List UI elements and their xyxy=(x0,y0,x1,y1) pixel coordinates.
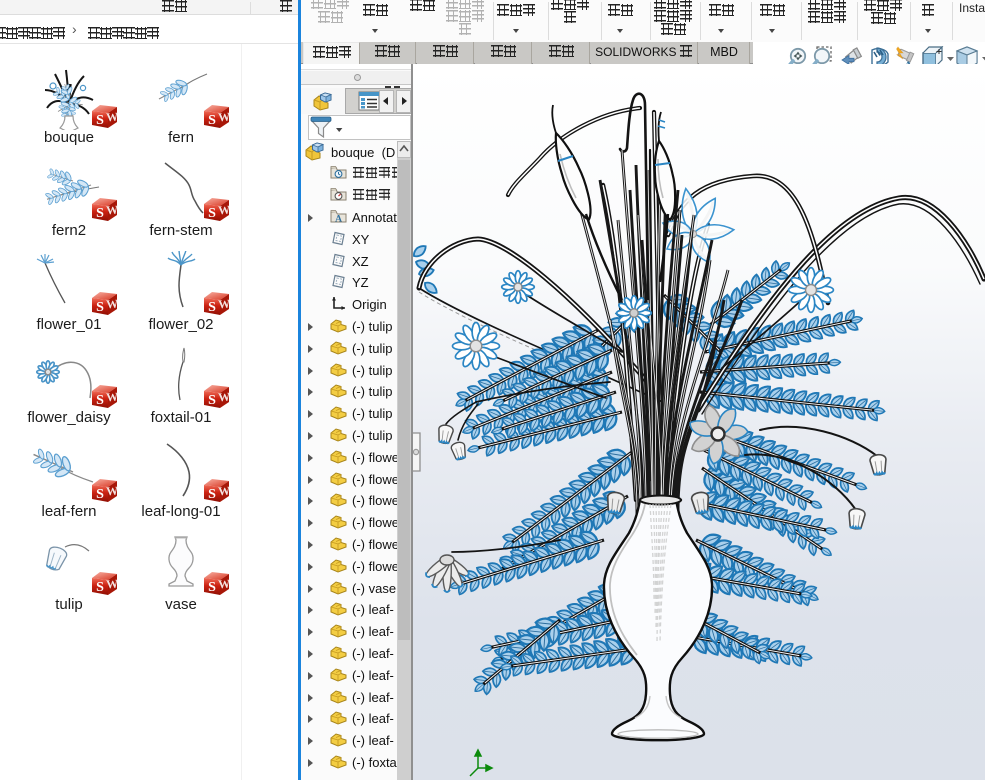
svg-text:S: S xyxy=(208,580,216,595)
svg-text:S: S xyxy=(96,300,104,315)
svg-text:S: S xyxy=(208,113,216,128)
svg-text:W: W xyxy=(218,110,230,125)
svg-text:W: W xyxy=(106,390,118,405)
svg-text:S: S xyxy=(208,487,216,502)
svg-text:W: W xyxy=(218,296,230,311)
svg-text:W: W xyxy=(106,577,118,592)
svg-text:S: S xyxy=(208,393,216,408)
svg-text:S: S xyxy=(96,487,104,502)
svg-text:S: S xyxy=(96,113,104,128)
svg-text:S: S xyxy=(208,206,216,221)
svg-text:W: W xyxy=(106,296,118,311)
svg-text:S: S xyxy=(96,206,104,221)
svg-text:W: W xyxy=(218,577,230,592)
svg-text:W: W xyxy=(218,483,230,498)
svg-text:W: W xyxy=(106,110,118,125)
svg-text:S: S xyxy=(96,393,104,408)
svg-text:A: A xyxy=(335,214,342,223)
svg-text:S: S xyxy=(96,580,104,595)
svg-text:W: W xyxy=(218,390,230,405)
svg-text:W: W xyxy=(106,203,118,218)
svg-text:W: W xyxy=(218,203,230,218)
svg-text:W: W xyxy=(106,483,118,498)
svg-text:S: S xyxy=(208,300,216,315)
